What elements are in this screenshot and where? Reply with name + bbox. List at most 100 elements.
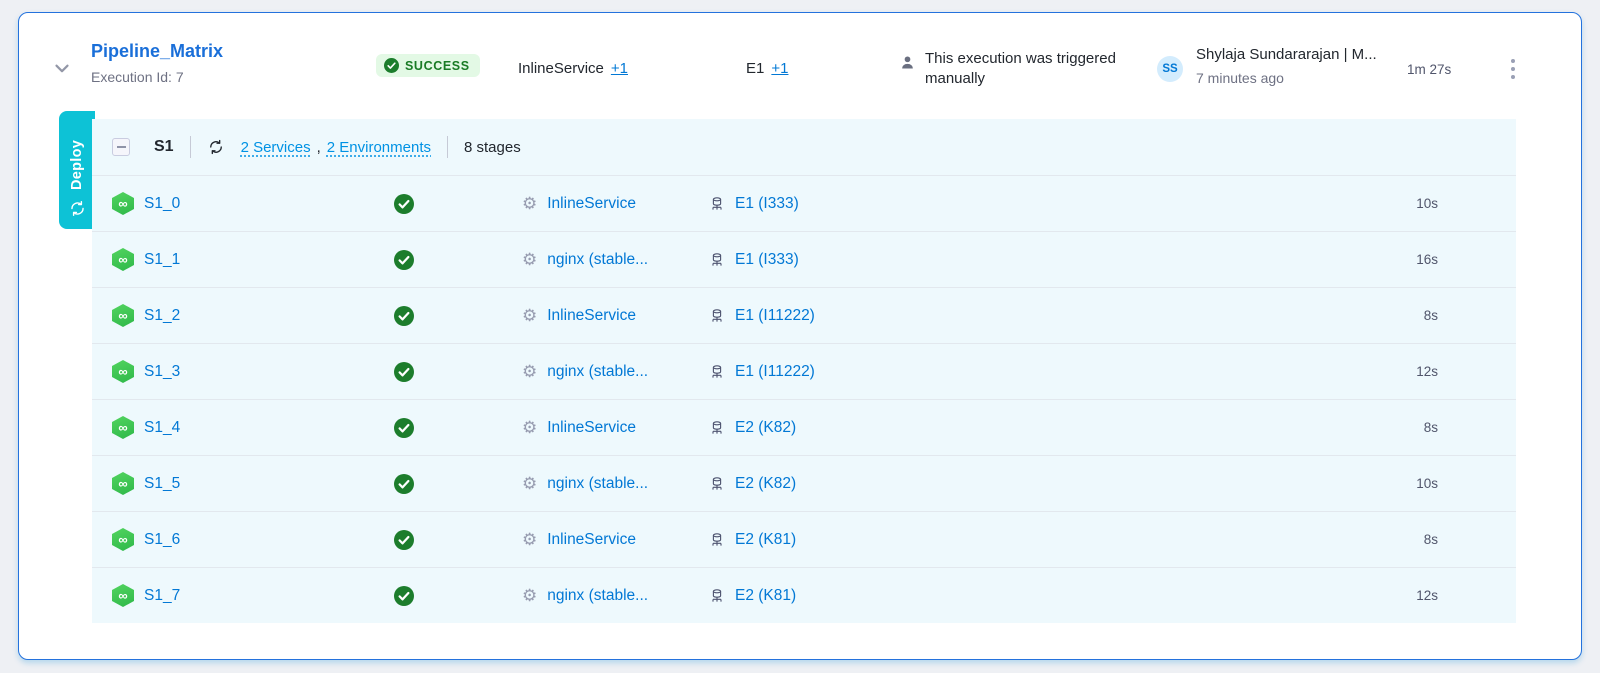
- user-silhouette-icon: [899, 54, 916, 89]
- gear-icon: ⚙: [522, 419, 537, 436]
- duration-cell: 12s: [1298, 588, 1438, 603]
- table-row: ∞ S1_6 ⚙ InlineService E2 (K81) 8s: [92, 511, 1516, 567]
- stage-link[interactable]: S1_1: [144, 251, 180, 269]
- environment-link[interactable]: E1 (I333): [735, 195, 799, 213]
- service-cell: ⚙ InlineService: [522, 531, 709, 549]
- separator-comma: ,: [317, 139, 321, 156]
- environments-more-link[interactable]: +1: [771, 60, 788, 77]
- execution-header: Pipeline_Matrix Execution Id: 7 SUCCESS …: [19, 13, 1581, 113]
- services-more-link[interactable]: +1: [611, 60, 628, 77]
- cd-stage-icon: ∞: [112, 416, 134, 439]
- cd-stage-icon: ∞: [112, 304, 134, 327]
- services-count-link[interactable]: 2 Services: [241, 139, 311, 156]
- status-cell: [394, 194, 522, 214]
- status-cell: [394, 586, 522, 606]
- environment-link[interactable]: E2 (K81): [735, 587, 796, 605]
- service-link[interactable]: InlineService: [547, 307, 636, 325]
- service-link[interactable]: InlineService: [547, 195, 636, 213]
- environment-icon: [709, 252, 725, 268]
- environment-link[interactable]: E2 (K81): [735, 531, 796, 549]
- service-link[interactable]: nginx (stable...: [547, 475, 648, 493]
- environment-cell: E1 (I11222): [709, 307, 1298, 325]
- infinity-glyph: ∞: [118, 365, 127, 378]
- success-check-icon: [394, 306, 414, 326]
- user-name: Shylaja Sundararajan | M...: [1196, 46, 1377, 63]
- environment-icon: [709, 364, 725, 380]
- environment-icon: [709, 588, 725, 604]
- avatar[interactable]: SS: [1157, 56, 1183, 82]
- environment-cell: E1 (I333): [709, 195, 1298, 213]
- environment-icon: [709, 308, 725, 324]
- environment-link[interactable]: E1 (I11222): [735, 307, 815, 325]
- execution-card: Pipeline_Matrix Execution Id: 7 SUCCESS …: [18, 12, 1582, 660]
- service-cell: ⚙ InlineService: [522, 195, 709, 213]
- environment-link[interactable]: E2 (K82): [735, 419, 796, 437]
- stage-link[interactable]: S1_7: [144, 587, 180, 605]
- environment-cell: E2 (K81): [709, 587, 1298, 605]
- infinity-glyph: ∞: [118, 533, 127, 546]
- service-link[interactable]: nginx (stable...: [547, 251, 648, 269]
- matrix-rows: ∞ S1_0 ⚙ InlineService E1 (I333) 10s ∞ S…: [92, 175, 1516, 623]
- duration-cell: 10s: [1298, 476, 1438, 491]
- status-cell: [394, 530, 522, 550]
- gear-icon: ⚙: [522, 251, 537, 268]
- stages-count: 8 stages: [464, 139, 521, 156]
- cd-stage-icon: ∞: [112, 248, 134, 271]
- environment-icon: [709, 420, 725, 436]
- environments-primary: E1: [746, 60, 764, 77]
- environment-link[interactable]: E2 (K82): [735, 475, 796, 493]
- stage-link[interactable]: S1_3: [144, 363, 180, 381]
- environments-count-link[interactable]: 2 Environments: [327, 139, 431, 156]
- cd-stage-icon: ∞: [112, 360, 134, 383]
- pipeline-title[interactable]: Pipeline_Matrix: [91, 41, 223, 62]
- matrix-table: S1 2 Services , 2 Environments 8 stages …: [92, 119, 1516, 623]
- environment-icon: [709, 532, 725, 548]
- gear-icon: ⚙: [522, 307, 537, 324]
- stage-link[interactable]: S1_5: [144, 475, 180, 493]
- group-name: S1: [154, 138, 174, 156]
- table-row: ∞ S1_1 ⚙ nginx (stable... E1 (I333) 16s: [92, 231, 1516, 287]
- stage-duration: 12s: [1416, 588, 1438, 603]
- chevron-down-icon[interactable]: [51, 57, 75, 81]
- infinity-glyph: ∞: [118, 197, 127, 210]
- collapse-toggle[interactable]: [112, 138, 130, 156]
- time-ago: 7 minutes ago: [1196, 70, 1377, 86]
- service-link[interactable]: nginx (stable...: [547, 363, 648, 381]
- table-row: ∞ S1_4 ⚙ InlineService E2 (K82) 8s: [92, 399, 1516, 455]
- service-cell: ⚙ nginx (stable...: [522, 363, 709, 381]
- service-link[interactable]: InlineService: [547, 419, 636, 437]
- duration-cell: 8s: [1298, 420, 1438, 435]
- stage-cell: ∞ S1_2: [112, 304, 394, 327]
- environments-summary: E1 +1: [746, 60, 788, 77]
- stage-cell: ∞ S1_0: [112, 192, 394, 215]
- title-block: Pipeline_Matrix Execution Id: 7: [91, 41, 223, 85]
- service-cell: ⚙ nginx (stable...: [522, 475, 709, 493]
- status-cell: [394, 250, 522, 270]
- environment-link[interactable]: E1 (I11222): [735, 363, 815, 381]
- loop-icon: [68, 199, 87, 218]
- stage-cell: ∞ S1_7: [112, 584, 394, 607]
- deploy-tab-label: Deploy: [69, 140, 85, 190]
- stage-link[interactable]: S1_6: [144, 531, 180, 549]
- kebab-menu[interactable]: [1507, 55, 1519, 83]
- table-row: ∞ S1_0 ⚙ InlineService E1 (I333) 10s: [92, 175, 1516, 231]
- deploy-stage-tab[interactable]: Deploy: [59, 111, 95, 229]
- cd-stage-icon: ∞: [112, 472, 134, 495]
- stage-duration: 10s: [1416, 476, 1438, 491]
- service-link[interactable]: InlineService: [547, 531, 636, 549]
- environment-link[interactable]: E1 (I333): [735, 251, 799, 269]
- stage-cell: ∞ S1_6: [112, 528, 394, 551]
- stage-link[interactable]: S1_4: [144, 419, 180, 437]
- environment-cell: E2 (K82): [709, 475, 1298, 493]
- service-cell: ⚙ InlineService: [522, 419, 709, 437]
- stage-cell: ∞ S1_1: [112, 248, 394, 271]
- environment-cell: E2 (K82): [709, 419, 1298, 437]
- stage-duration: 8s: [1424, 532, 1438, 547]
- stage-link[interactable]: S1_2: [144, 307, 180, 325]
- success-check-icon: [394, 418, 414, 438]
- success-check-icon: [394, 362, 414, 382]
- gear-icon: ⚙: [522, 363, 537, 380]
- duration-cell: 10s: [1298, 196, 1438, 211]
- stage-link[interactable]: S1_0: [144, 195, 180, 213]
- service-link[interactable]: nginx (stable...: [547, 587, 648, 605]
